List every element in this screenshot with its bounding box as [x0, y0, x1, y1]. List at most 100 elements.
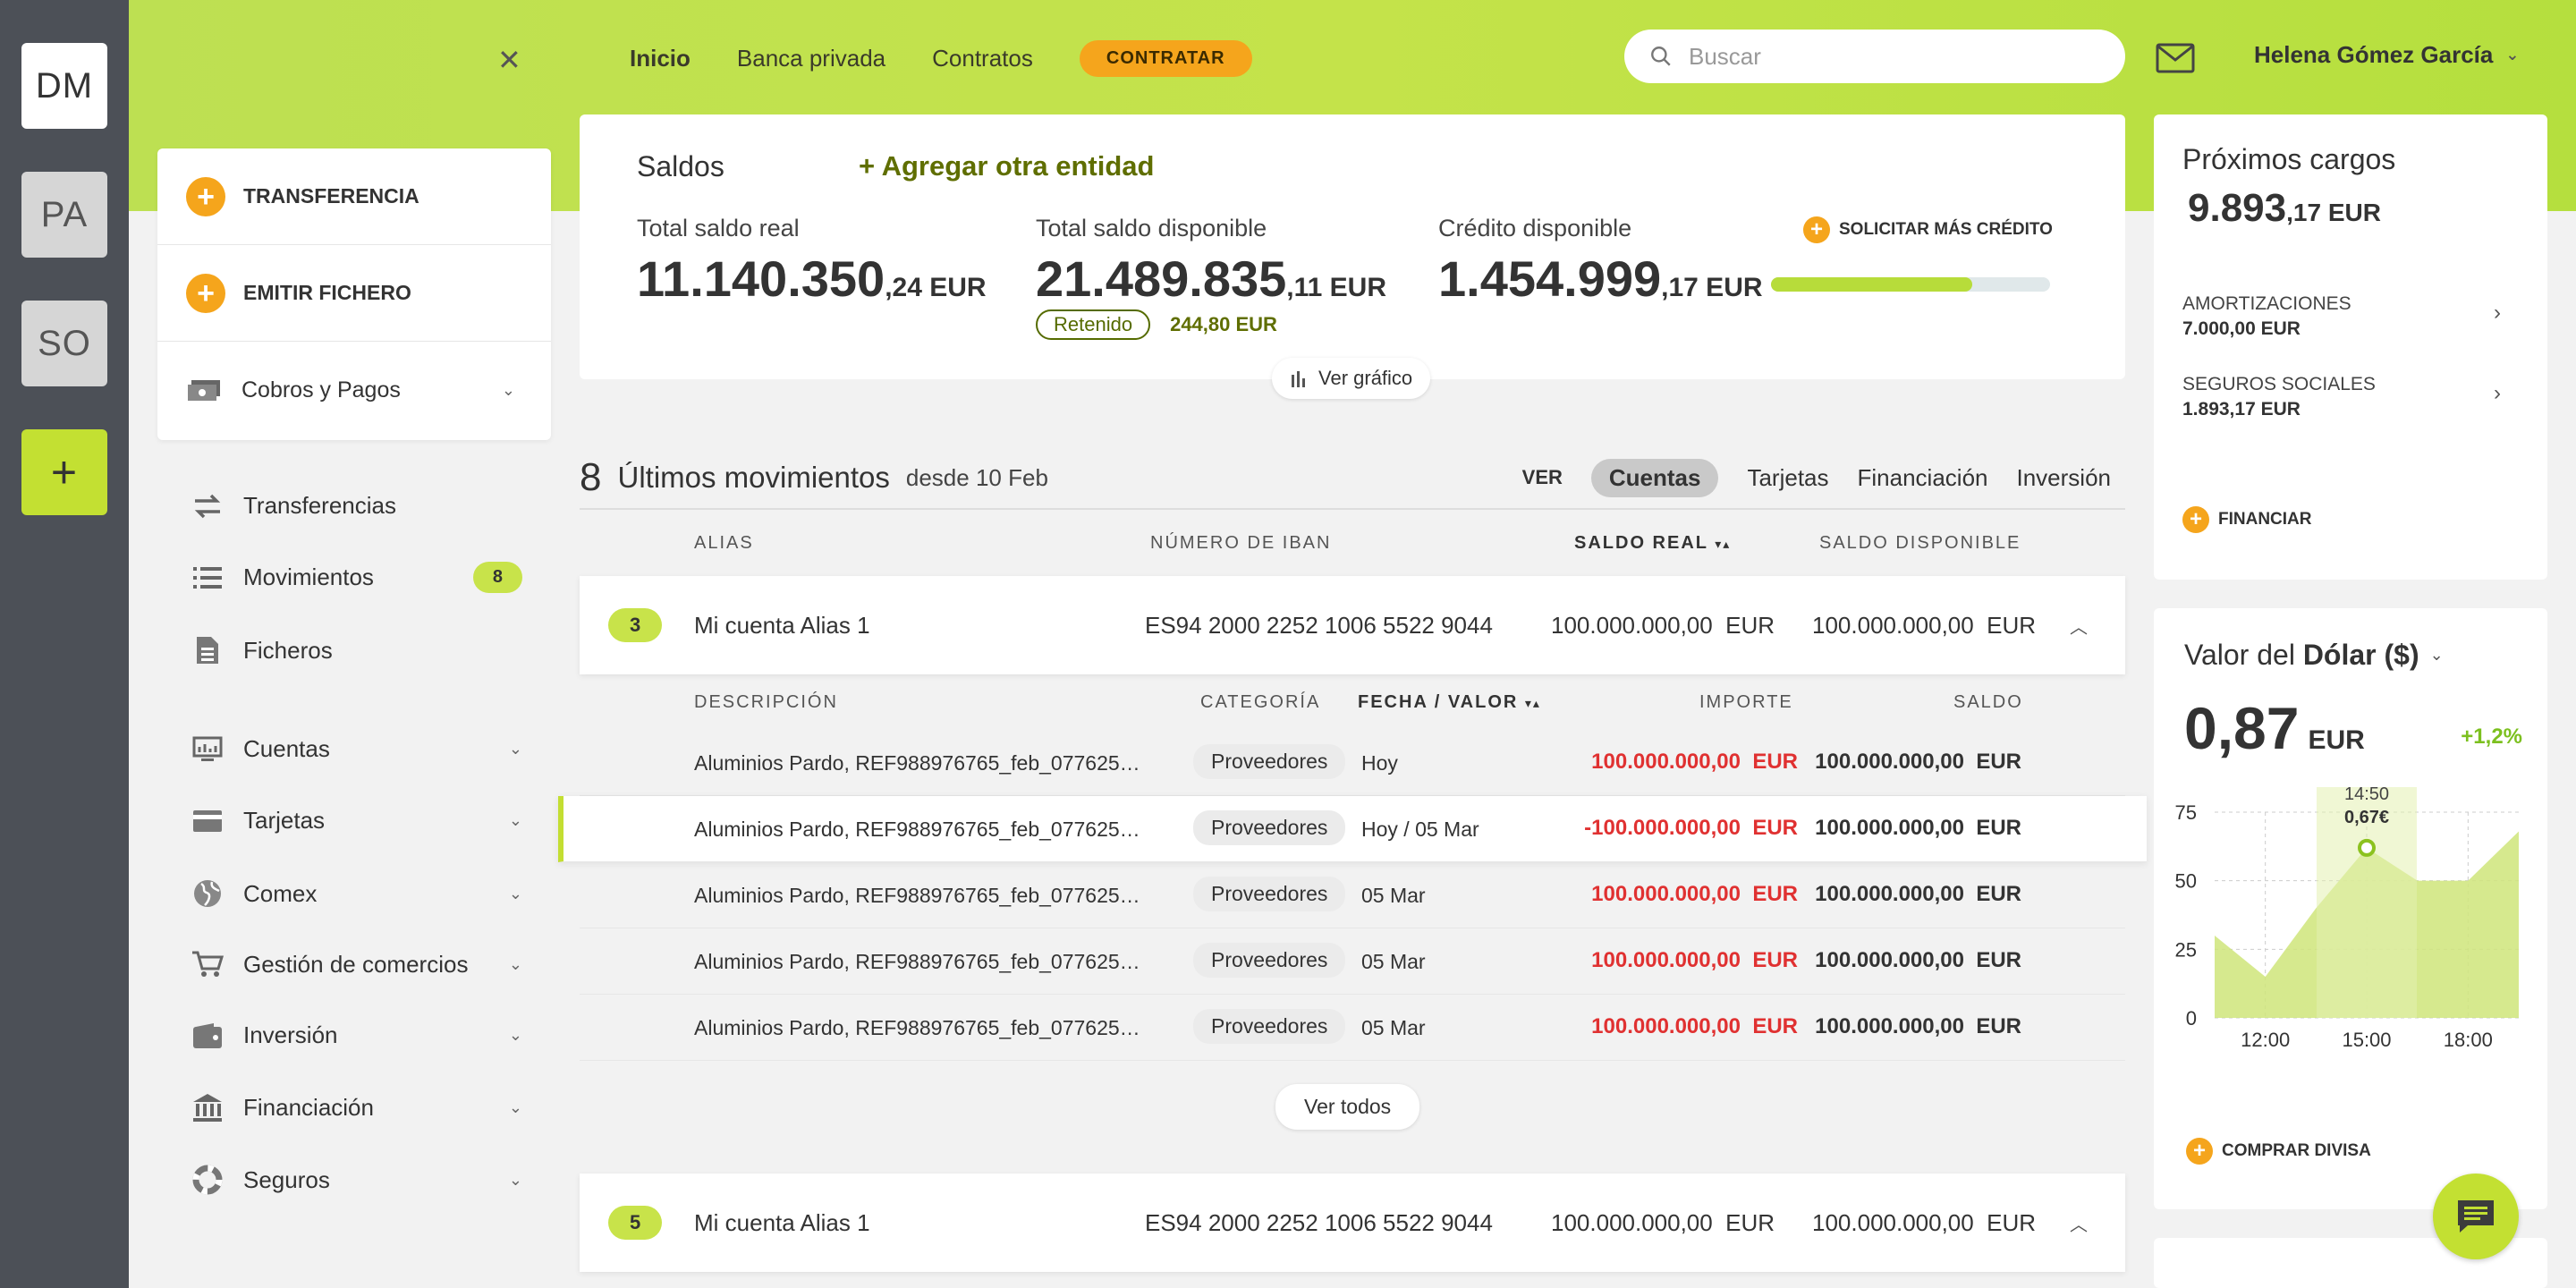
col-saldo-real[interactable]: SALDO REAL ▾▴	[1574, 533, 1731, 554]
solicitar-credito-button[interactable]: + SOLICITAR MÁS CRÉDITO	[1803, 216, 2053, 243]
transferencia-action[interactable]: + TRANSFERENCIA	[157, 148, 551, 245]
transaction-row[interactable]: Aluminios Pardo, REF988976765_feb_077625…	[558, 796, 2147, 862]
sidebar-item-movimientos[interactable]: Movimientos 8	[191, 562, 522, 593]
sidebar-label: Tarjetas	[243, 807, 326, 834]
sidebar-item-tarjetas[interactable]: Tarjetas ⌄	[191, 807, 522, 835]
emitir-fichero-action[interactable]: + EMITIR FICHERO	[157, 245, 551, 342]
filter-tarjetas[interactable]: Tarjetas	[1747, 464, 1828, 492]
transaction-amount: 100.000.000,00 EUR	[1591, 750, 1798, 774]
close-icon[interactable]: ✕	[497, 43, 521, 77]
workspace-tile-pa[interactable]: PA	[21, 172, 107, 258]
transaction-row[interactable]: Aluminios Pardo, REF988976765_feb_077625…	[580, 928, 2125, 995]
sidebar-item-ficheros[interactable]: Ficheros	[191, 635, 522, 665]
col-importe: IMPORTE	[1699, 692, 1793, 712]
transaction-row[interactable]: Aluminios Pardo, REF988976765_feb_077625…	[580, 995, 2125, 1061]
proximos-total: 9.893,17 EUR	[2188, 186, 2381, 230]
stat-label: Total saldo disponible	[1036, 215, 1267, 242]
sidebar-item-transferencias[interactable]: Transferencias	[191, 492, 522, 520]
nav-banca-privada[interactable]: Banca privada	[737, 45, 886, 72]
category-chip: Proveedores	[1193, 744, 1346, 779]
quick-actions-card: + TRANSFERENCIA + EMITIR FICHERO Cobros y …	[157, 148, 551, 440]
stat-label: Total saldo real	[637, 215, 800, 242]
transferencia-label: TRANSFERENCIA	[243, 184, 419, 208]
transaction-row[interactable]: Aluminios Pardo, REF988976765_feb_077625…	[580, 730, 2125, 796]
cobros-pagos-item[interactable]: Cobros y Pagos ⌄	[157, 342, 551, 438]
y-tick-label: 0	[2186, 1007, 2197, 1030]
financiar-button[interactable]: + FINANCIAR	[2182, 506, 2312, 533]
user-menu[interactable]: Helena Gómez García ⌄	[2254, 41, 2519, 69]
search-placeholder: Buscar	[1689, 42, 1761, 70]
transfer-icon	[191, 493, 224, 520]
y-tick-label: 25	[2175, 938, 2197, 961]
amortizaciones-item[interactable]: AMORTIZACIONES 7.000,00 EUR ›	[2182, 293, 2519, 340]
comprar-divisa-button[interactable]: + COMPRAR DIVISA	[2186, 1138, 2371, 1165]
contratar-button[interactable]: CONTRATAR	[1079, 39, 1252, 77]
search-input[interactable]: Buscar	[1624, 30, 2125, 83]
seguros-sociales-item[interactable]: SEGUROS SOCIALES 1.893,17 EUR ›	[2182, 374, 2519, 420]
transaction-description: Aluminios Pardo, REF988976765_feb_077625…	[694, 1016, 1140, 1039]
cash-icon	[188, 380, 220, 401]
tooltip-time: 14:50	[2344, 787, 2389, 804]
sidebar-label: Movimientos	[243, 564, 374, 590]
proximos-title: Próximos cargos	[2182, 143, 2396, 175]
account-row[interactable]: 5 Mi cuenta Alias 1 ES94 2000 2252 1006 …	[580, 1174, 2125, 1272]
chat-button[interactable]	[2433, 1174, 2519, 1259]
sidebar-item-financiacion[interactable]: Financiación ⌄	[191, 1093, 522, 1122]
chevron-up-icon[interactable]: ︿	[2070, 613, 2088, 639]
mail-icon[interactable]	[2156, 43, 2195, 78]
stat-value: 11.140.350,24 EUR	[637, 250, 987, 307]
col-iban: NÚMERO DE IBAN	[1150, 533, 1332, 553]
sidebar-item-comex[interactable]: Comex ⌄	[191, 878, 522, 909]
chevron-down-icon: ⌄	[508, 811, 522, 829]
category-chip: Proveedores	[1193, 810, 1346, 845]
tooltip-value: 0,67€	[2344, 808, 2389, 827]
movimientos-filters: VER Cuentas Tarjetas Financiación Invers…	[1494, 458, 2112, 497]
workspace-tile-so[interactable]: SO	[21, 301, 107, 386]
col-fecha-valor[interactable]: FECHA / VALOR ▾▴	[1358, 692, 1541, 713]
hover-point	[2358, 838, 2376, 857]
globe-icon	[191, 878, 224, 909]
cobros-pagos-label: Cobros y Pagos	[242, 377, 401, 402]
sidebar-item-inversion[interactable]: Inversión ⌄	[191, 1021, 522, 1049]
sidebar-item-gestion-comercios[interactable]: Gestión de comercios ⌄	[191, 950, 522, 979]
filter-inversion[interactable]: Inversión	[2017, 464, 2112, 492]
col-saldo: SALDO	[1953, 692, 2023, 712]
chevron-up-icon[interactable]: ︿	[2070, 1210, 2088, 1236]
sidebar-item-seguros[interactable]: Seguros ⌄	[191, 1165, 522, 1195]
category-chip: Proveedores	[1193, 1009, 1346, 1044]
filter-cuentas[interactable]: Cuentas	[1590, 458, 1719, 497]
divisa-value: 0,87 EUR	[2184, 695, 2365, 761]
credit-progress-fill	[1771, 277, 1972, 292]
chevron-down-icon: ⌄	[508, 954, 522, 973]
filter-financiacion[interactable]: Financiación	[1858, 464, 1988, 492]
top-nav: Inicio Banca privada Contratos CONTRATAR	[630, 39, 1252, 77]
sidebar-label: Ficheros	[243, 636, 333, 664]
movimientos-count-badge: 8	[472, 562, 522, 593]
ver-label: VER	[1521, 466, 1563, 488]
credito-disponible: Crédito disponible 1.454.999,17 EUR	[1438, 215, 1763, 308]
account-row[interactable]: 3 Mi cuenta Alias 1 ES94 2000 2252 1006 …	[580, 576, 2125, 674]
divisa-title[interactable]: Valor del Dólar ($) ⌄	[2184, 639, 2444, 672]
saldos-title: Saldos	[637, 150, 724, 182]
add-workspace-button[interactable]: +	[21, 429, 107, 515]
plus-icon: +	[186, 273, 225, 313]
add-entity-link[interactable]: + Agregar otra entidad	[859, 150, 1154, 182]
account-count-badge: 5	[608, 1206, 663, 1240]
card-icon	[191, 809, 224, 833]
sidebar-label: Financiación	[243, 1093, 374, 1121]
nav-inicio[interactable]: Inicio	[630, 45, 691, 72]
total-saldo-real: Total saldo real 11.140.350,24 EUR	[637, 215, 987, 308]
sort-icon: ▾▴	[1524, 696, 1541, 710]
sidebar-item-cuentas[interactable]: Cuentas ⌄	[191, 735, 522, 763]
divisa-change: +1,2%	[2461, 724, 2522, 749]
plus-icon: +	[2186, 1138, 2213, 1165]
sidebar-label: Transferencias	[243, 492, 396, 519]
ver-todos-button[interactable]: Ver todos	[1275, 1084, 1420, 1130]
account-iban: ES94 2000 2252 1006 5522 9044	[1145, 611, 1493, 639]
transaction-row[interactable]: Aluminios Pardo, REF988976765_feb_077625…	[580, 862, 2125, 928]
workspace-tile-dm[interactable]: DM	[21, 43, 107, 129]
lifebuoy-icon	[191, 1165, 224, 1195]
workspace-rail: DM PA SO +	[0, 0, 129, 1288]
ver-grafico-button[interactable]: Ver gráfico	[1272, 358, 1431, 399]
nav-contratos[interactable]: Contratos	[932, 45, 1033, 72]
